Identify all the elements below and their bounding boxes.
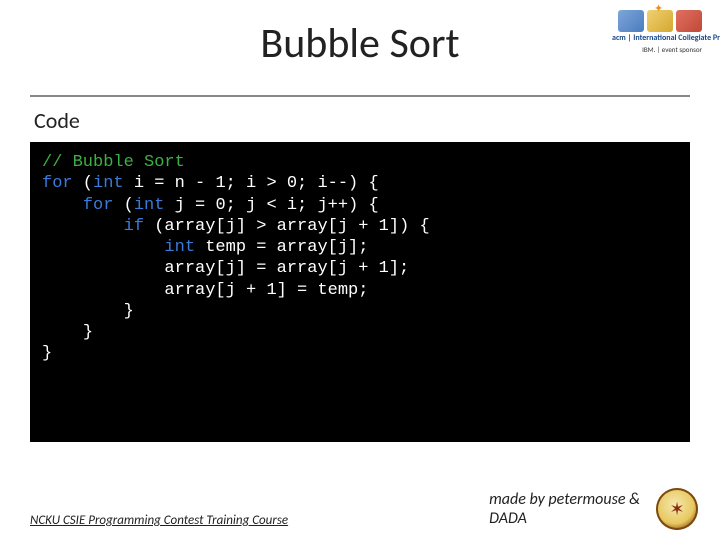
- section-heading: Code: [0, 97, 720, 142]
- acm-logo-text: acm | International Collegiate Programmi…: [612, 34, 702, 43]
- code-text: (: [113, 196, 133, 215]
- code-comment: // Bubble Sort: [42, 153, 185, 172]
- footer-credit-1: made by petermouse &: [489, 490, 640, 509]
- header: Bubble Sort acm | International Collegia…: [0, 0, 720, 95]
- logo-blue-icon: [618, 10, 644, 32]
- code-text: temp = array[j];: [195, 238, 368, 257]
- code-kw-int: int: [93, 174, 124, 193]
- code-kw-for: for: [42, 174, 73, 193]
- top-logos: acm | International Collegiate Programmi…: [612, 10, 702, 54]
- code-text: }: [83, 323, 93, 342]
- logo-gold-icon: [647, 10, 673, 32]
- code-text: }: [42, 344, 52, 363]
- code-kw-for: for: [83, 196, 114, 215]
- code-text: (array[j] > array[j + 1]) {: [144, 217, 430, 236]
- ibm-logo-text: IBM. | event sponsor: [612, 45, 702, 54]
- footer-credit-2: DADA: [489, 509, 527, 528]
- code-text: }: [124, 302, 134, 321]
- code-kw-int: int: [134, 196, 165, 215]
- logo-red-icon: [676, 10, 702, 32]
- footer: NCKU CSIE Programming Contest Training C…: [0, 490, 720, 528]
- code-kw-int: int: [164, 238, 195, 257]
- code-text: j = 0; j < i; j++) {: [164, 196, 378, 215]
- code-text: i = n - 1; i > 0; i--) {: [124, 174, 379, 193]
- code-text: array[j] = array[j + 1];: [164, 259, 409, 278]
- code-block: // Bubble Sort for (int i = n - 1; i > 0…: [30, 142, 690, 442]
- footer-course-link: NCKU CSIE Programming Contest Training C…: [30, 513, 288, 528]
- code-kw-if: if: [124, 217, 144, 236]
- ncku-seal-icon: ✶: [656, 488, 698, 530]
- footer-credit: made by petermouse & DADA: [489, 490, 640, 528]
- code-text: (: [73, 174, 93, 193]
- code-text: array[j + 1] = temp;: [164, 281, 368, 300]
- logo-squares: [612, 10, 702, 32]
